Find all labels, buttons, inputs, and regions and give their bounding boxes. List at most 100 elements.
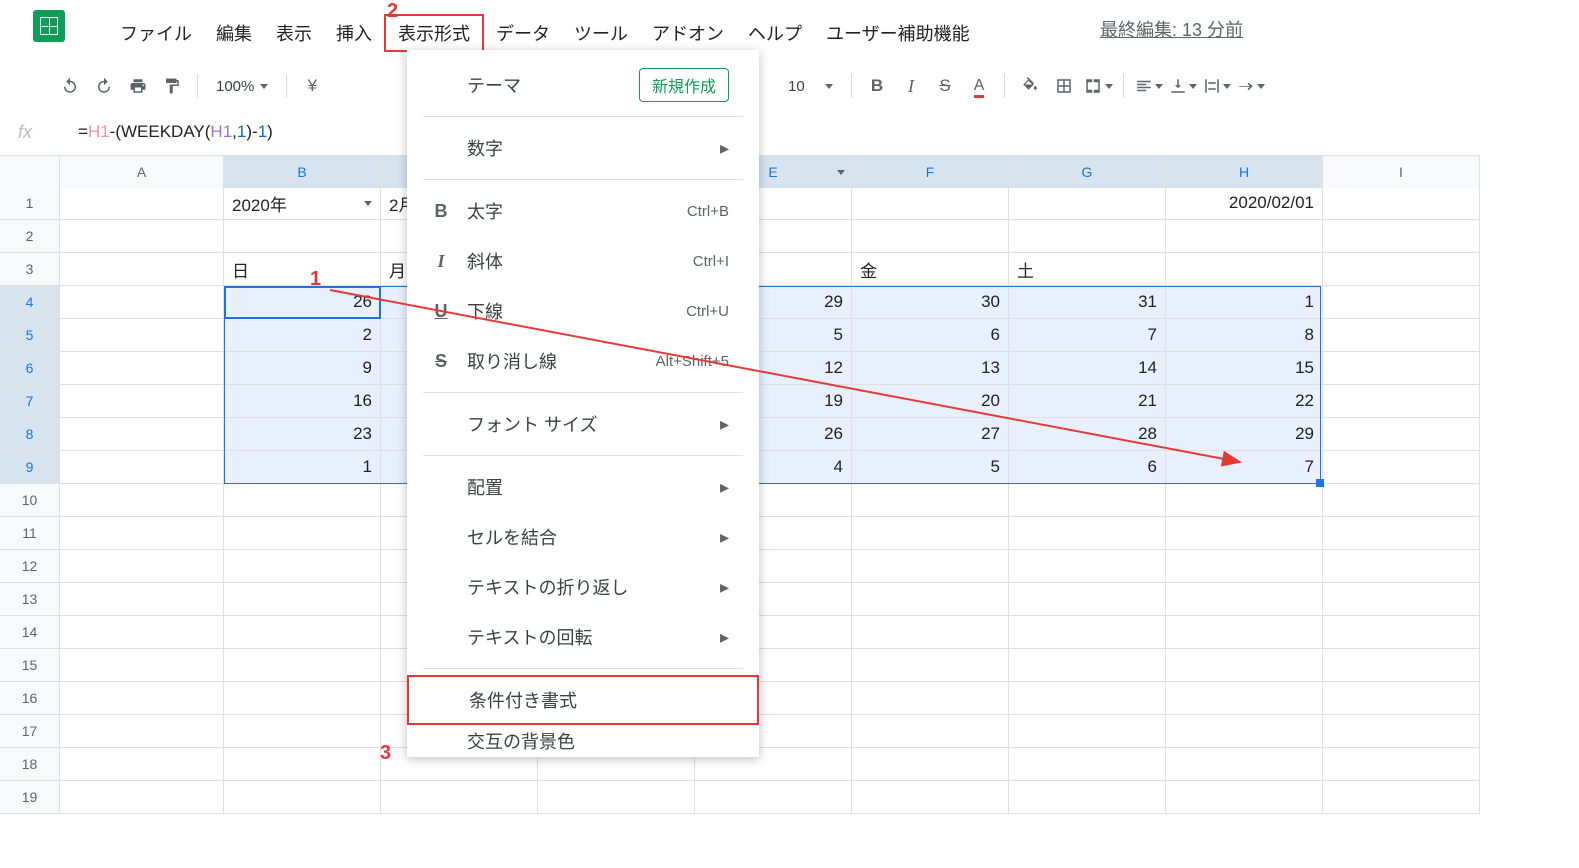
cell-G15[interactable] [1009,649,1166,682]
cell-F19[interactable] [852,781,1009,814]
cell-I7[interactable] [1323,385,1480,418]
cell-A1[interactable] [60,187,224,220]
cell-H3[interactable] [1166,253,1323,286]
cell-D19[interactable] [538,781,695,814]
row-header-5[interactable]: 5 [0,319,60,352]
cell-I6[interactable] [1323,352,1480,385]
cell-A6[interactable] [60,352,224,385]
cell-B1[interactable]: 2020年 [224,187,381,220]
cell-I18[interactable] [1323,748,1480,781]
cell-A8[interactable] [60,418,224,451]
menu-item-italic[interactable]: I斜体Ctrl+I [407,236,759,286]
menu-item-theme[interactable]: テーマ 新規作成 [407,60,759,110]
menu-item-rotate[interactable]: テキストの回転▸ [407,612,759,662]
menu-item-merge[interactable]: セルを結合▸ [407,512,759,562]
cell-H9[interactable]: 7 [1166,451,1323,484]
cell-F4[interactable]: 30 [852,286,1009,319]
cell-G13[interactable] [1009,583,1166,616]
row-header-3[interactable]: 3 [0,253,60,286]
cell-B9[interactable]: 1 [224,451,381,484]
row-header-15[interactable]: 15 [0,649,60,682]
cell-A9[interactable] [60,451,224,484]
row-header-8[interactable]: 8 [0,418,60,451]
row-header-9[interactable]: 9 [0,451,60,484]
cell-I15[interactable] [1323,649,1480,682]
sheets-logo[interactable] [33,10,65,42]
menu-accessibility[interactable]: ユーザー補助機能 [814,16,982,50]
cell-B12[interactable] [224,550,381,583]
cell-I12[interactable] [1323,550,1480,583]
cell-B18[interactable] [224,748,381,781]
row-header-11[interactable]: 11 [0,517,60,550]
menu-item-wrap[interactable]: テキストの折り返し▸ [407,562,759,612]
cell-F13[interactable] [852,583,1009,616]
row-header-17[interactable]: 17 [0,715,60,748]
cell-G11[interactable] [1009,517,1166,550]
menu-tools[interactable]: ツール [562,16,640,50]
cell-G4[interactable]: 31 [1009,286,1166,319]
cell-H18[interactable] [1166,748,1323,781]
cell-F1[interactable] [852,187,1009,220]
cell-H1[interactable]: 2020/02/01 [1166,187,1323,220]
cell-B7[interactable]: 16 [224,385,381,418]
cell-H19[interactable] [1166,781,1323,814]
cell-E19[interactable] [695,781,852,814]
row-header-16[interactable]: 16 [0,682,60,715]
cell-H7[interactable]: 22 [1166,385,1323,418]
menu-view[interactable]: 表示 [264,16,324,50]
row-header-19[interactable]: 19 [0,781,60,814]
cell-F15[interactable] [852,649,1009,682]
cell-A13[interactable] [60,583,224,616]
cell-I13[interactable] [1323,583,1480,616]
menu-file[interactable]: ファイル [108,16,204,50]
cell-A3[interactable] [60,253,224,286]
cell-A12[interactable] [60,550,224,583]
menu-insert[interactable]: 挿入 [324,16,384,50]
cell-G2[interactable] [1009,220,1166,253]
row-header-1[interactable]: 1 [0,187,60,220]
cell-H17[interactable] [1166,715,1323,748]
cell-F18[interactable] [852,748,1009,781]
print-button[interactable] [123,71,153,101]
cell-A4[interactable] [60,286,224,319]
cell-A5[interactable] [60,319,224,352]
cell-G9[interactable]: 6 [1009,451,1166,484]
last-edit-link[interactable]: 最終編集: 13 分前 [1100,16,1243,42]
cell-F6[interactable]: 13 [852,352,1009,385]
menu-item-fontsize[interactable]: フォント サイズ▸ [407,399,759,449]
cell-H13[interactable] [1166,583,1323,616]
menu-format[interactable]: 表示形式 [384,14,484,52]
italic-button[interactable]: I [896,71,926,101]
cell-I8[interactable] [1323,418,1480,451]
horizontal-align-button[interactable] [1134,71,1164,101]
cell-A14[interactable] [60,616,224,649]
menu-item-alternating-colors[interactable]: 交互の背景色 [407,725,759,757]
cell-F11[interactable] [852,517,1009,550]
cell-G10[interactable] [1009,484,1166,517]
undo-button[interactable] [55,71,85,101]
cell-I14[interactable] [1323,616,1480,649]
bold-button[interactable]: B [862,71,892,101]
formula-bar[interactable]: =H1-(WEEKDAY(H1,1)-1) [78,122,273,142]
cell-B4[interactable]: 26 [224,286,381,319]
chevron-down-icon[interactable] [837,170,845,175]
cell-H11[interactable] [1166,517,1323,550]
row-header-18[interactable]: 18 [0,748,60,781]
column-header-B[interactable]: B [224,156,381,188]
column-header-F[interactable]: F [852,156,1009,188]
strikethrough-button[interactable]: S [930,71,960,101]
cell-F14[interactable] [852,616,1009,649]
text-wrap-button[interactable] [1202,71,1232,101]
column-header-I[interactable]: I [1323,156,1480,188]
merge-cells-button[interactable] [1083,71,1113,101]
cell-A2[interactable] [60,220,224,253]
cell-F17[interactable] [852,715,1009,748]
vertical-align-button[interactable] [1168,71,1198,101]
cell-F12[interactable] [852,550,1009,583]
row-header-10[interactable]: 10 [0,484,60,517]
column-header-G[interactable]: G [1009,156,1166,188]
cell-F16[interactable] [852,682,1009,715]
row-header-14[interactable]: 14 [0,616,60,649]
cell-G5[interactable]: 7 [1009,319,1166,352]
cell-G6[interactable]: 14 [1009,352,1166,385]
